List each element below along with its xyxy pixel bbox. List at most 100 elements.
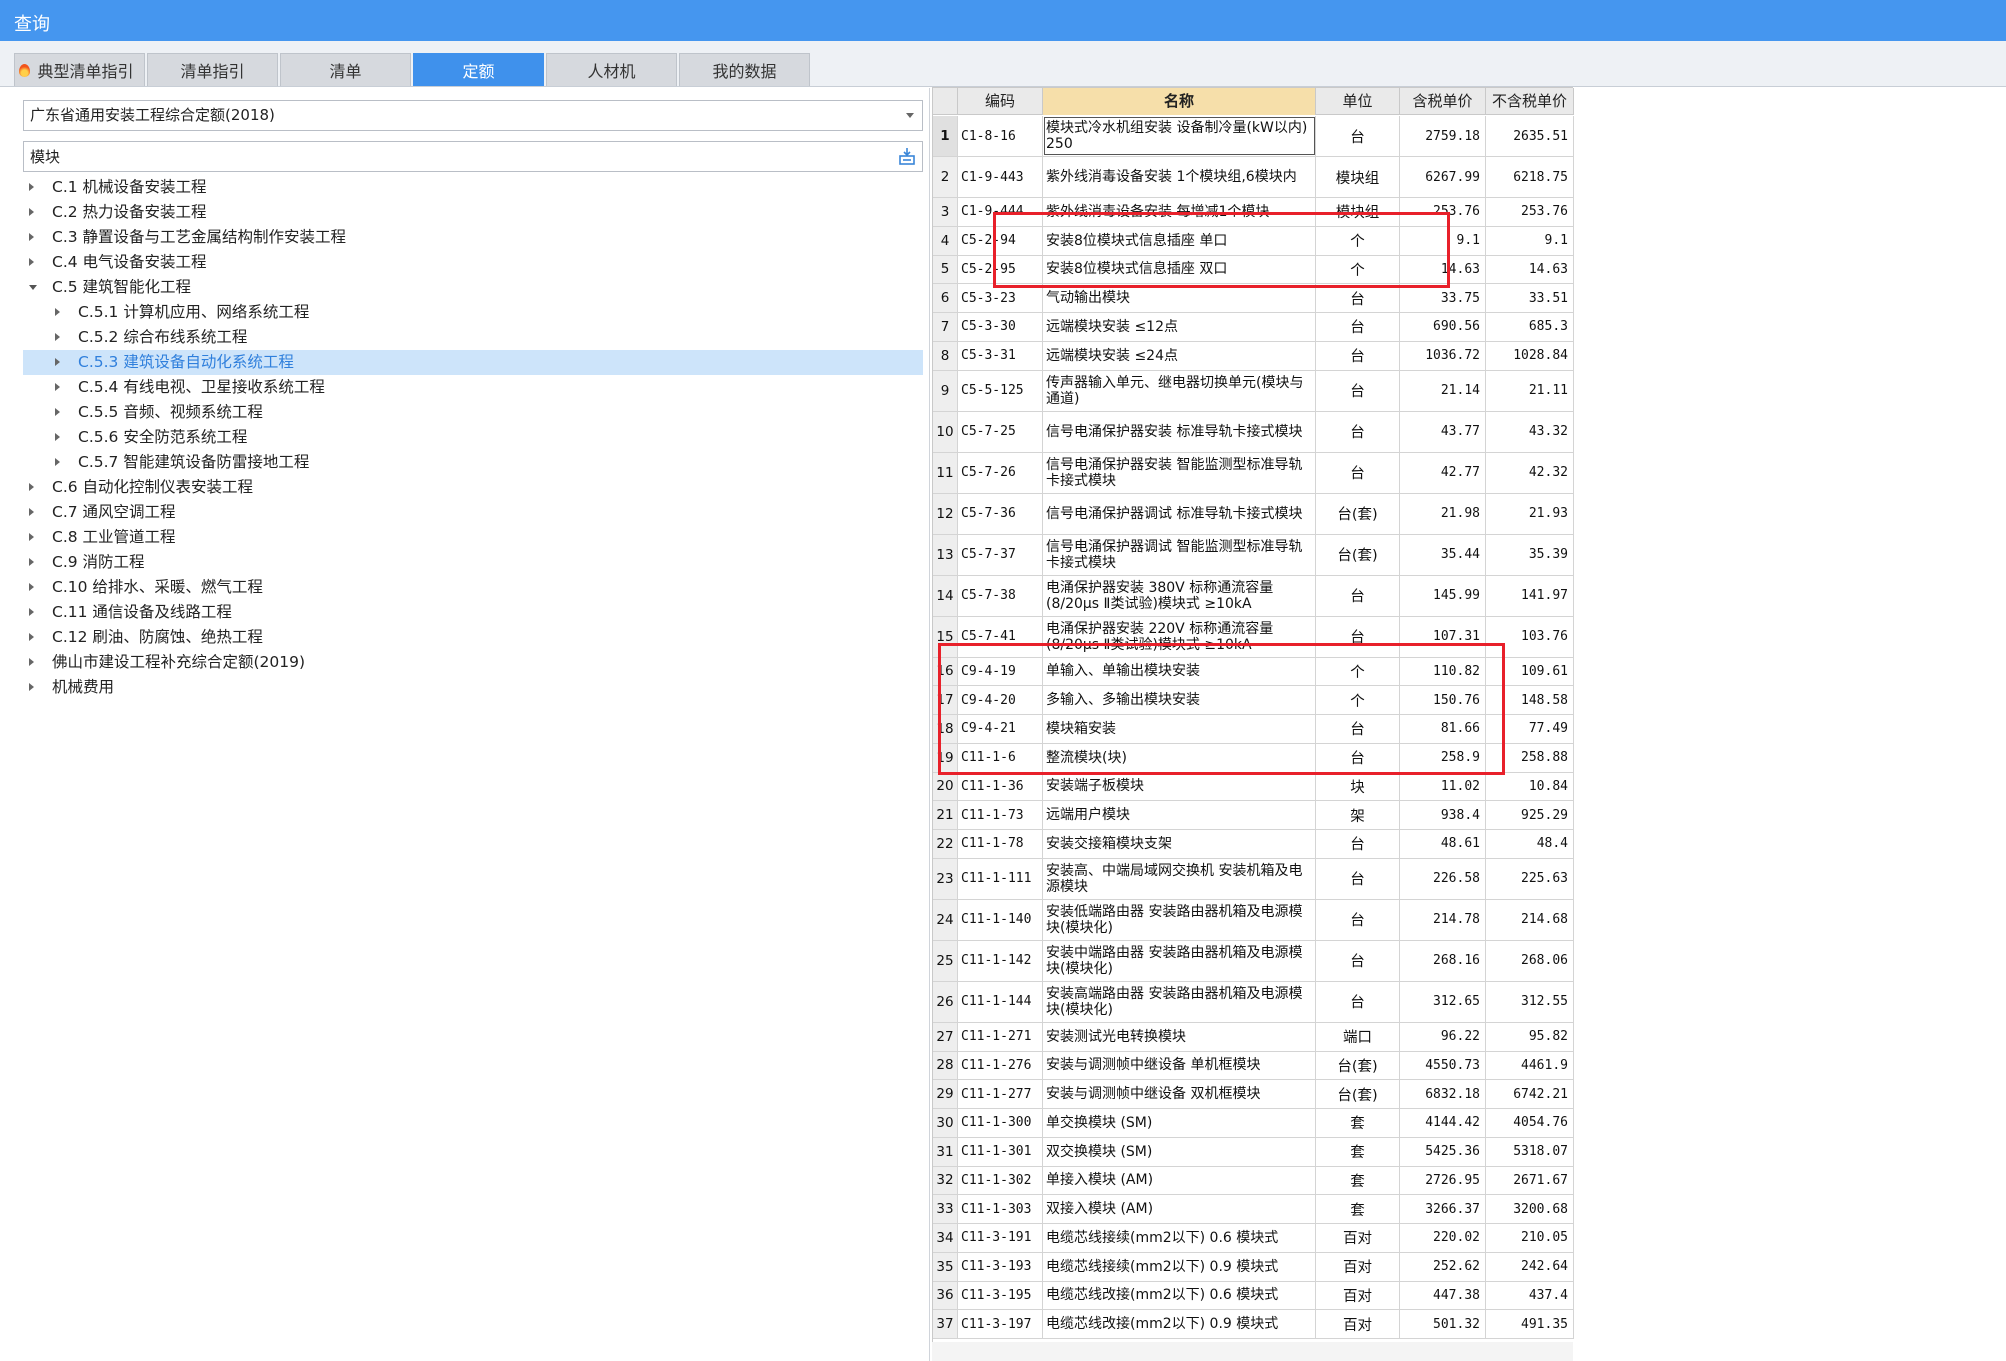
table-row[interactable]: 4 C5-2-94 安装8位模块式信息插座 单口个 9.1 9.1 [933,226,1574,256]
header-unit[interactable]: 单位 [1316,88,1400,115]
table-row[interactable]: 6 C5-3-23 气动输出模块台 33.75 33.51 [933,284,1574,313]
chevron-right-icon[interactable] [55,383,60,391]
table-row[interactable]: 19 C11-1-6 整流模块(块) 台 258.9 258.88 [933,743,1574,773]
chevron-right-icon[interactable] [29,608,34,616]
cell-code: C5-3-31 [958,341,1043,370]
chevron-down-icon[interactable] [29,285,37,290]
pane-divider[interactable] [929,88,930,1361]
table-row[interactable]: 12 C5-7-36 信号电涌保护器调试 标准导轨卡接式模块 台(套) 21.98 21.… [933,493,1574,535]
table-row[interactable]: 31 C11-1-301 双交换模块 (SM) 套 5425.36 5318.07 [933,1137,1574,1167]
tree-node[interactable]: C.12 刷油、防腐蚀、绝热工程 [23,625,923,650]
chevron-right-icon[interactable] [55,458,60,466]
table-row[interactable]: 28 C11-1-276 安装与调测帧中继设备 单机框模块 台(套) 4550.73 44… [933,1051,1574,1081]
library-select[interactable]: 广东省通用安装工程综合定额(2018) [23,100,923,131]
tree-node[interactable]: C.5 建筑智能化工程 [23,275,923,300]
tree-node[interactable]: 机械费用 [23,675,923,700]
table-row[interactable]: 20 C11-1-36 安装端子板模块块 11.02 10.84 [933,772,1574,802]
header-name[interactable]: 名称 [1043,88,1316,115]
table-row[interactable]: 34 C11-3-191 电缆芯线接续(mm2以下) 0.6 模块式 百对 220.02… [933,1224,1574,1253]
tree-node[interactable]: 佛山市建设工程补充综合定额(2019) [23,650,923,675]
table-row[interactable]: 26 C11-1-144 安装高端路由器 安装路由器机箱及电源模块(模块化) 台 312… [933,981,1574,1023]
table-row[interactable]: 35 C11-3-193 电缆芯线接续(mm2以下) 0.9 模块式 百对 252.62… [933,1252,1574,1282]
table-row[interactable]: 32 C11-1-302 单接入模块 (AM) 套 2726.95 2671.67 [933,1166,1574,1196]
table-row[interactable]: 8 C5-3-31 远端模块安装 ≤24点台 1036.72 1028.84 [933,341,1574,371]
tree-node-label: C.5 建筑智能化工程 [52,278,192,296]
tab-bill[interactable]: 清单 [280,53,411,86]
header-code[interactable]: 编码 [958,88,1043,115]
tab-quota[interactable]: 定额 [413,53,544,86]
chevron-right-icon[interactable] [29,183,34,191]
table-row[interactable]: 11 C5-7-26 信号电涌保护器安装 智能监测型标准导轨卡接式模块台 42.77 4… [933,452,1574,494]
tree-node[interactable]: C.9 消防工程 [23,550,923,575]
tree-node[interactable]: C.8 工业管道工程 [23,525,923,550]
table-row[interactable]: 18 C9-4-21 模块箱安装台 81.66 77.49 [933,715,1574,744]
table-row[interactable]: 15 C5-7-41 电涌保护器安装 220V 标称通流容量(8/20μs Ⅱ类试验… [933,616,1574,658]
tree-node[interactable]: C.10 给排水、采暖、燃气工程 [23,575,923,600]
search-input[interactable] [23,141,923,172]
table-row[interactable]: 24 C11-1-140 安装低端路由器 安装路由器机箱及电源模块(模块化) 台 214… [933,899,1574,941]
chevron-right-icon[interactable] [29,508,34,516]
tree-node[interactable]: C.5.4 有线电视、卫星接收系统工程 [23,375,923,400]
tab-bill-guide[interactable]: 清单指引 [147,53,278,86]
locate-icon[interactable] [898,146,916,166]
tree-node[interactable]: C.5.2 综合布线系统工程 [23,325,923,350]
chevron-right-icon[interactable] [29,258,34,266]
chevron-right-icon[interactable] [29,583,34,591]
chevron-right-icon[interactable] [55,333,60,341]
table-row[interactable]: 29 C11-1-277 安装与调测帧中继设备 双机框模块 台(套) 6832.18 67… [933,1080,1574,1109]
table-row[interactable]: 30 C11-1-300 单交换模块 (SM) 套 4144.42 4054.76 [933,1109,1574,1138]
tab-labor-material-machine[interactable]: 人材机 [546,53,677,86]
table-row[interactable]: 10 C5-7-25 信号电涌保护器安装 标准导轨卡接式模块台 43.77 43.32 [933,411,1574,453]
table-row[interactable]: 13 C5-7-37 信号电涌保护器调试 智能监测型标准导轨卡接式模块 台(套) 35.… [933,534,1574,576]
chevron-right-icon[interactable] [29,533,34,541]
table-row[interactable]: 22 C11-1-78 安装交接箱模块支架台 48.61 48.4 [933,830,1574,859]
table-row[interactable]: 7 C5-3-30 远端模块安装 ≤12点台 690.56 685.3 [933,313,1574,342]
tree-node[interactable]: C.1 机械设备安装工程 [23,175,923,200]
table-row[interactable]: 21 C11-1-73 远端用户模块架 938.4 925.29 [933,801,1574,830]
table-row[interactable]: 5 C5-2-95 安装8位模块式信息插座 双口个 14.63 14.63 [933,255,1574,285]
table-row[interactable]: 27 C11-1-271 安装测试光电转换模块 端口 96.22 95.82 [933,1022,1574,1052]
chevron-down-icon[interactable] [906,113,914,118]
chevron-right-icon[interactable] [29,558,34,566]
header-price-with-tax[interactable]: 含税单价 [1400,88,1486,115]
tree-node[interactable]: C.3 静置设备与工艺金属结构制作安装工程 [23,225,923,250]
table-row[interactable]: 37 C11-3-197 电缆芯线改接(mm2以下) 0.9 模块式 百对 501.32… [933,1310,1574,1339]
table-row[interactable]: 23 C11-1-111 安装高、中端局域网交换机 安装机箱及电源模块台 226.58… [933,858,1574,900]
tab-typical-bill-guide[interactable]: 典型清单指引 [14,53,145,86]
table-row[interactable]: 16 C9-4-19 单输入、单输出模块安装个 110.82 109.61 [933,657,1574,687]
chevron-right-icon[interactable] [55,433,60,441]
tree-node[interactable]: C.6 自动化控制仪表安装工程 [23,475,923,500]
tree-node[interactable]: C.5.5 音频、视频系统工程 [23,400,923,425]
chevron-right-icon[interactable] [29,683,34,691]
cell-name: 单输入、单输出模块安装 [1043,657,1316,686]
header-price-without-tax[interactable]: 不含税单价 [1486,88,1574,115]
table-row[interactable]: 33 C11-1-303 双接入模块 (AM) 套 3266.37 3200.68 [933,1195,1574,1224]
cell-price-with-tax: 4550.73 [1400,1051,1486,1080]
tree-node[interactable]: C.5.6 安全防范系统工程 [23,425,923,450]
chevron-right-icon[interactable] [55,308,60,316]
row-number: 32 [933,1166,958,1195]
tree-node[interactable]: C.2 热力设备安装工程 [23,200,923,225]
table-row[interactable]: 14 C5-7-38 电涌保护器安装 380V 标称通流容量(8/20μs Ⅱ类试验… [933,575,1574,617]
tree-node[interactable]: C.11 通信设备及线路工程 [23,600,923,625]
tree-node[interactable]: C.5.3 建筑设备自动化系统工程 [23,350,923,375]
chevron-right-icon[interactable] [29,633,34,641]
table-row[interactable]: 9 C5-5-125 传声器输入单元、继电器切换单元(模块与通道) 台 21.14 21.… [933,370,1574,412]
chevron-right-icon[interactable] [55,358,60,366]
chevron-right-icon[interactable] [29,208,34,216]
tree-node[interactable]: C.7 通风空调工程 [23,500,923,525]
chevron-right-icon[interactable] [55,408,60,416]
chevron-right-icon[interactable] [29,658,34,666]
table-row[interactable]: 1 C1-8-16 模块式冷水机组安装 设备制冷量(kW以内) 250 台 2759.1… [933,116,1574,157]
tree-node[interactable]: C.4 电气设备安装工程 [23,250,923,275]
tree-node[interactable]: C.5.1 计算机应用、网络系统工程 [23,300,923,325]
table-row[interactable]: 3 C1-9-444 紫外线消毒设备安装 每增减1个模块 模块组 253.76 253.7… [933,198,1574,227]
chevron-right-icon[interactable] [29,233,34,241]
tab-my-data[interactable]: 我的数据 [679,53,810,86]
table-row[interactable]: 25 C11-1-142 安装中端路由器 安装路由器机箱及电源模块(模块化) 台 268… [933,940,1574,982]
table-row[interactable]: 17 C9-4-20 多输入、多输出模块安装个 150.76 148.58 [933,686,1574,715]
tree-node[interactable]: C.5.7 智能建筑设备防雷接地工程 [23,450,923,475]
table-row[interactable]: 36 C11-3-195 电缆芯线改接(mm2以下) 0.6 模块式 百对 447.38… [933,1281,1574,1311]
chevron-right-icon[interactable] [29,483,34,491]
table-row[interactable]: 2 C1-9-443 紫外线消毒设备安装 1个模块组,6模块内 模块组 6267.99 6… [933,157,1574,198]
